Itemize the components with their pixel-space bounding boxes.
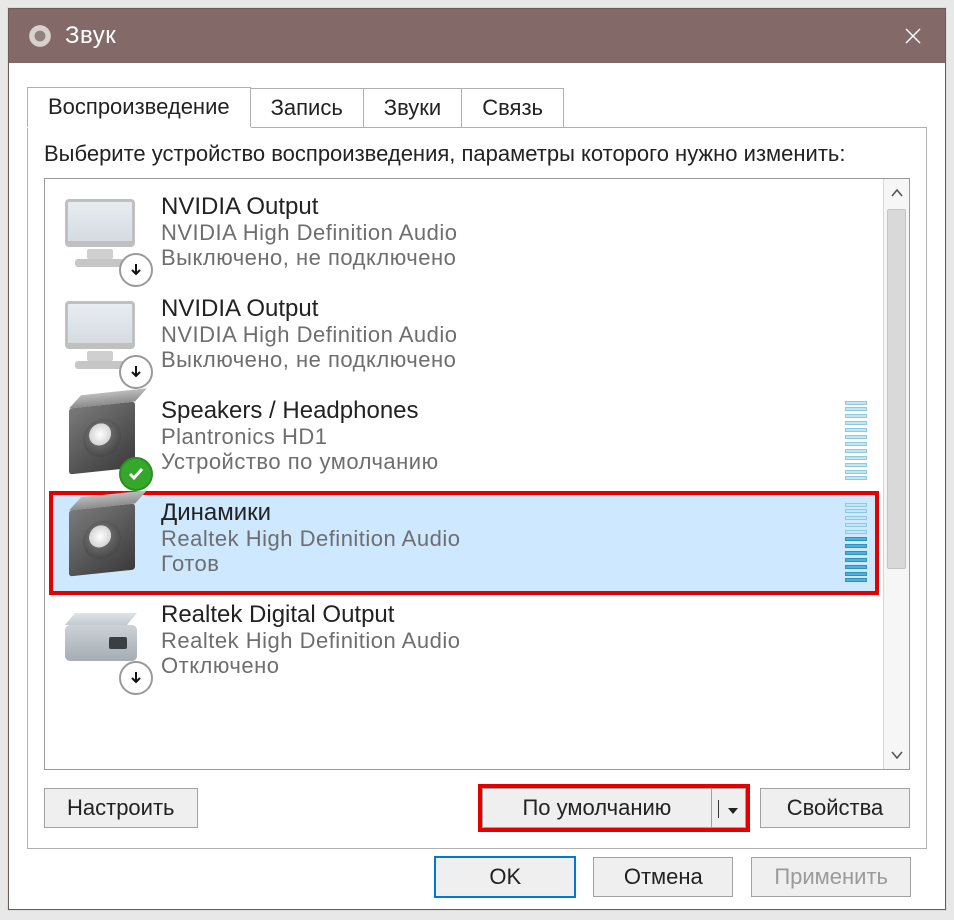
set-default-button[interactable]: По умолчанию [482, 788, 712, 828]
instruction-text: Выберите устройство воспроизведения, пар… [44, 140, 910, 168]
device-item[interactable]: Realtek Digital OutputRealtek High Defin… [51, 595, 877, 695]
level-meter [845, 503, 867, 583]
device-status: Готов [161, 551, 869, 577]
check-icon [119, 457, 153, 491]
scroll-thumb[interactable] [887, 209, 906, 569]
device-icon [59, 397, 147, 485]
device-status: Отключено [161, 653, 869, 679]
scroll-up-icon[interactable] [884, 179, 909, 207]
device-text: ДинамикиRealtek High Definition AudioГот… [161, 499, 869, 587]
close-button[interactable] [881, 9, 945, 63]
window-title: Звук [65, 22, 116, 50]
dialog-footer: OK Отмена Применить [27, 849, 927, 897]
device-list-container: NVIDIA OutputNVIDIA High Definition Audi… [44, 178, 910, 771]
device-item[interactable]: NVIDIA OutputNVIDIA High Definition Audi… [51, 187, 877, 287]
panel-buttons: Настроить По умолчанию Свойства [44, 784, 910, 832]
device-text: Speakers / HeadphonesPlantronics HD1Устр… [161, 397, 869, 485]
titlebar[interactable]: Звук [9, 9, 945, 63]
device-item[interactable]: Speakers / HeadphonesPlantronics HD1Устр… [51, 391, 877, 491]
device-name: NVIDIA Output [161, 295, 869, 323]
client-area: Воспроизведение Запись Звуки Связь Выбер… [9, 63, 945, 909]
device-name: Динамики [161, 499, 869, 527]
tab-panel-playback: Выберите устройство воспроизведения, пар… [27, 127, 927, 849]
device-icon [59, 601, 147, 689]
device-status: Выключено, не подключено [161, 347, 869, 373]
device-status: Устройство по умолчанию [161, 449, 869, 475]
device-desc: NVIDIA High Definition Audio [161, 322, 869, 348]
device-list[interactable]: NVIDIA OutputNVIDIA High Definition Audi… [45, 179, 883, 770]
device-name: NVIDIA Output [161, 193, 869, 221]
set-default-dropdown[interactable] [712, 788, 746, 828]
device-desc: Plantronics HD1 [161, 424, 869, 450]
device-icon [59, 193, 147, 281]
ok-button[interactable]: OK [435, 857, 575, 897]
device-text: NVIDIA OutputNVIDIA High Definition Audi… [161, 295, 869, 383]
arrow-down-icon [119, 661, 153, 695]
tab-recording[interactable]: Запись [250, 88, 364, 127]
configure-button[interactable]: Настроить [44, 788, 198, 828]
speaker-icon [27, 23, 53, 49]
sound-dialog: Звук Воспроизведение Запись Звуки Связь … [8, 8, 946, 910]
device-item[interactable]: ДинамикиRealtek High Definition AudioГот… [51, 493, 877, 593]
chevron-down-icon [727, 807, 739, 815]
device-icon [59, 295, 147, 383]
tab-strip: Воспроизведение Запись Звуки Связь [27, 87, 927, 127]
scroll-down-icon[interactable] [884, 741, 909, 769]
properties-button[interactable]: Свойства [760, 788, 910, 828]
arrow-down-icon [119, 355, 153, 389]
scrollbar[interactable] [883, 179, 909, 770]
device-text: NVIDIA OutputNVIDIA High Definition Audi… [161, 193, 869, 281]
tab-sounds[interactable]: Звуки [363, 88, 462, 127]
set-default-split-button: По умолчанию [478, 784, 750, 832]
apply-button[interactable]: Применить [751, 857, 911, 897]
device-name: Realtek Digital Output [161, 601, 869, 629]
device-name: Speakers / Headphones [161, 397, 869, 425]
device-desc: Realtek High Definition Audio [161, 628, 869, 654]
device-status: Выключено, не подключено [161, 245, 869, 271]
level-meter [845, 401, 867, 481]
arrow-down-icon [119, 253, 153, 287]
cancel-button[interactable]: Отмена [593, 857, 733, 897]
device-desc: NVIDIA High Definition Audio [161, 220, 869, 246]
tab-playback[interactable]: Воспроизведение [27, 87, 251, 128]
device-text: Realtek Digital OutputRealtek High Defin… [161, 601, 869, 689]
device-icon [59, 499, 147, 587]
device-item[interactable]: NVIDIA OutputNVIDIA High Definition Audi… [51, 289, 877, 389]
device-desc: Realtek High Definition Audio [161, 526, 869, 552]
tab-communications[interactable]: Связь [461, 88, 564, 127]
